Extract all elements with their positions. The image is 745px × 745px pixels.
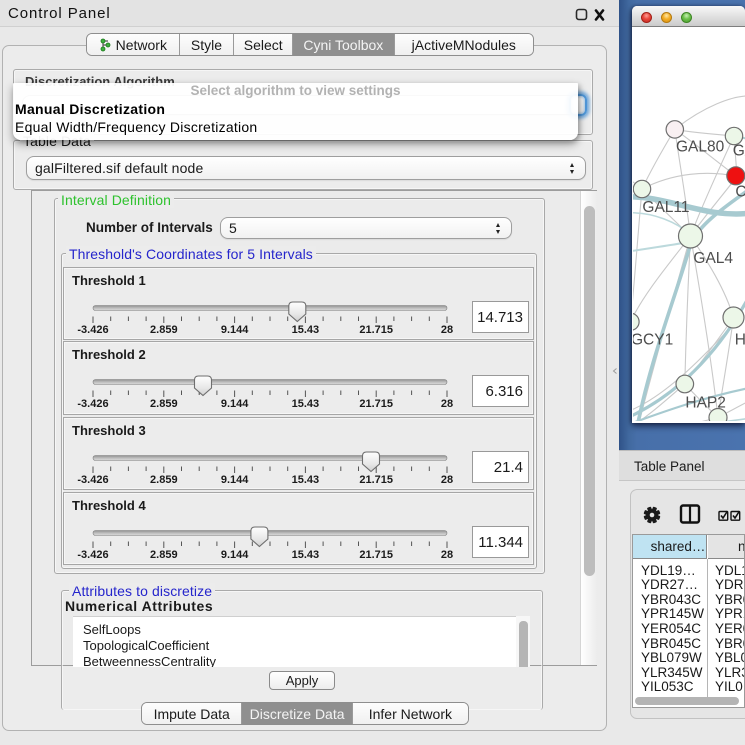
- svg-text:15.43: 15.43: [292, 324, 320, 336]
- svg-text:9.144: 9.144: [221, 549, 249, 561]
- svg-text:21.715: 21.715: [359, 398, 393, 410]
- svg-text:21.715: 21.715: [359, 474, 393, 486]
- svg-text:15.43: 15.43: [292, 549, 320, 561]
- svg-text:2.859: 2.859: [150, 474, 178, 486]
- svg-text:C: C: [735, 184, 745, 201]
- svg-text:-3.426: -3.426: [77, 324, 108, 336]
- svg-text:GAL11: GAL11: [642, 199, 689, 216]
- svg-text:-3.426: -3.426: [77, 549, 108, 561]
- svg-text:-3.426: -3.426: [77, 398, 108, 410]
- svg-text:28: 28: [441, 398, 453, 410]
- svg-text:9.144: 9.144: [221, 324, 249, 336]
- svg-text:21.715: 21.715: [359, 549, 393, 561]
- svg-text:28: 28: [441, 324, 453, 336]
- svg-text:28: 28: [441, 549, 453, 561]
- svg-text:GCY1: GCY1: [633, 332, 673, 349]
- svg-text:GAL4: GAL4: [693, 250, 733, 267]
- svg-text:2.859: 2.859: [150, 549, 178, 561]
- svg-text:GAL80: GAL80: [676, 139, 725, 156]
- svg-text:GA: GA: [733, 143, 745, 160]
- svg-text:9.144: 9.144: [221, 398, 249, 410]
- svg-text:21.715: 21.715: [359, 324, 393, 336]
- svg-text:28: 28: [441, 474, 453, 486]
- svg-text:HI: HI: [735, 332, 745, 349]
- svg-text:2.859: 2.859: [150, 324, 178, 336]
- svg-text:-3.426: -3.426: [77, 474, 108, 486]
- svg-text:15.43: 15.43: [292, 398, 320, 410]
- svg-text:9.144: 9.144: [221, 474, 249, 486]
- svg-text:HAP2: HAP2: [685, 395, 726, 412]
- svg-text:2.859: 2.859: [150, 398, 178, 410]
- svg-text:15.43: 15.43: [292, 474, 320, 486]
